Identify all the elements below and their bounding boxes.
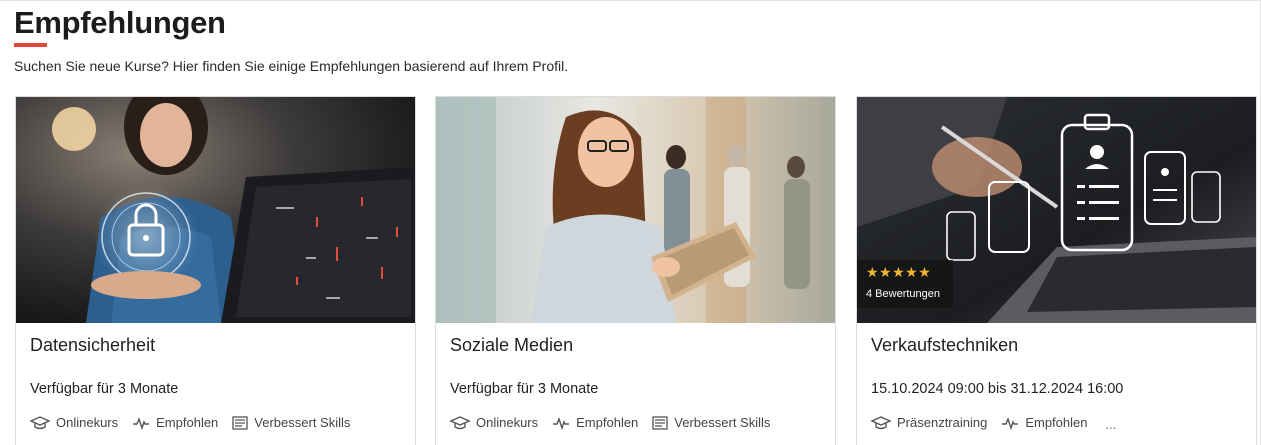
rating-count: 4 Bewertungen: [866, 288, 940, 300]
course-card-verkaufstechniken[interactable]: ★★★★★ 4 Bewertungen Verkaufstechniken 15…: [856, 96, 1257, 445]
course-tags: Onlinekurs Empfohlen Verbessert Skills: [450, 415, 784, 430]
course-availability: Verfügbar für 3 Monate: [450, 381, 599, 397]
recommendations-section: Empfehlungen Suchen Sie neue Kurse? Hier…: [0, 0, 1261, 445]
course-title[interactable]: Soziale Medien: [450, 335, 573, 356]
tag-course-type: Onlinekurs: [450, 415, 538, 430]
course-card-datensicherheit[interactable]: Datensicherheit Verfügbar für 3 Monate O…: [15, 96, 416, 445]
tag-recommended: Empfohlen: [1001, 415, 1087, 430]
tag-label: Onlinekurs: [56, 415, 119, 430]
document-icon: [652, 415, 668, 430]
course-title[interactable]: Datensicherheit: [30, 335, 155, 356]
pulse-icon: [133, 416, 150, 430]
course-card-soziale-medien[interactable]: Soziale Medien Verfügbar für 3 Monate On…: [435, 96, 836, 445]
graduation-cap-icon: [871, 415, 891, 429]
section-title: Empfehlungen: [14, 5, 226, 40]
tag-label: Onlinekurs: [476, 415, 539, 430]
course-image[interactable]: [16, 97, 415, 323]
tag-skills: Verbessert Skills: [652, 415, 770, 430]
rating-stars-icon: ★★★★★: [866, 264, 932, 280]
course-image[interactable]: [436, 97, 835, 323]
graduation-cap-icon: [30, 415, 50, 429]
tag-course-type: Onlinekurs: [30, 415, 118, 430]
rating-badge: ★★★★★ 4 Bewertungen: [857, 260, 953, 308]
tag-label: Empfohlen: [576, 415, 639, 430]
course-tags: Präsenztraining Empfohlen ...: [871, 415, 1116, 432]
pulse-icon: [1002, 416, 1019, 430]
tag-recommended: Empfohlen: [552, 415, 638, 430]
tag-label: Empfohlen: [156, 415, 219, 430]
tag-skills: Verbessert Skills: [232, 415, 350, 430]
tag-label: Empfohlen: [1025, 415, 1088, 430]
more-tags-ellipsis[interactable]: ...: [1105, 417, 1116, 432]
document-icon: [232, 415, 248, 430]
section-subtitle: Suchen Sie neue Kurse? Hier finden Sie e…: [14, 58, 569, 74]
tag-label: Verbessert Skills: [254, 415, 351, 430]
course-title[interactable]: Verkaufstechniken: [871, 335, 1018, 356]
pulse-icon: [553, 416, 570, 430]
tag-course-type: Präsenztraining: [871, 415, 987, 430]
tag-label: Präsenztraining: [897, 415, 988, 430]
tag-label: Verbessert Skills: [674, 415, 771, 430]
course-image[interactable]: ★★★★★ 4 Bewertungen: [857, 97, 1256, 323]
tag-recommended: Empfohlen: [132, 415, 218, 430]
title-accent-bar: [14, 43, 47, 47]
course-date-range: 15.10.2024 09:00 bis 31.12.2024 16:00: [871, 381, 1124, 397]
course-tags: Onlinekurs Empfohlen Verbessert Skills: [30, 415, 364, 430]
graduation-cap-icon: [450, 415, 470, 429]
course-availability: Verfügbar für 3 Monate: [30, 381, 179, 397]
